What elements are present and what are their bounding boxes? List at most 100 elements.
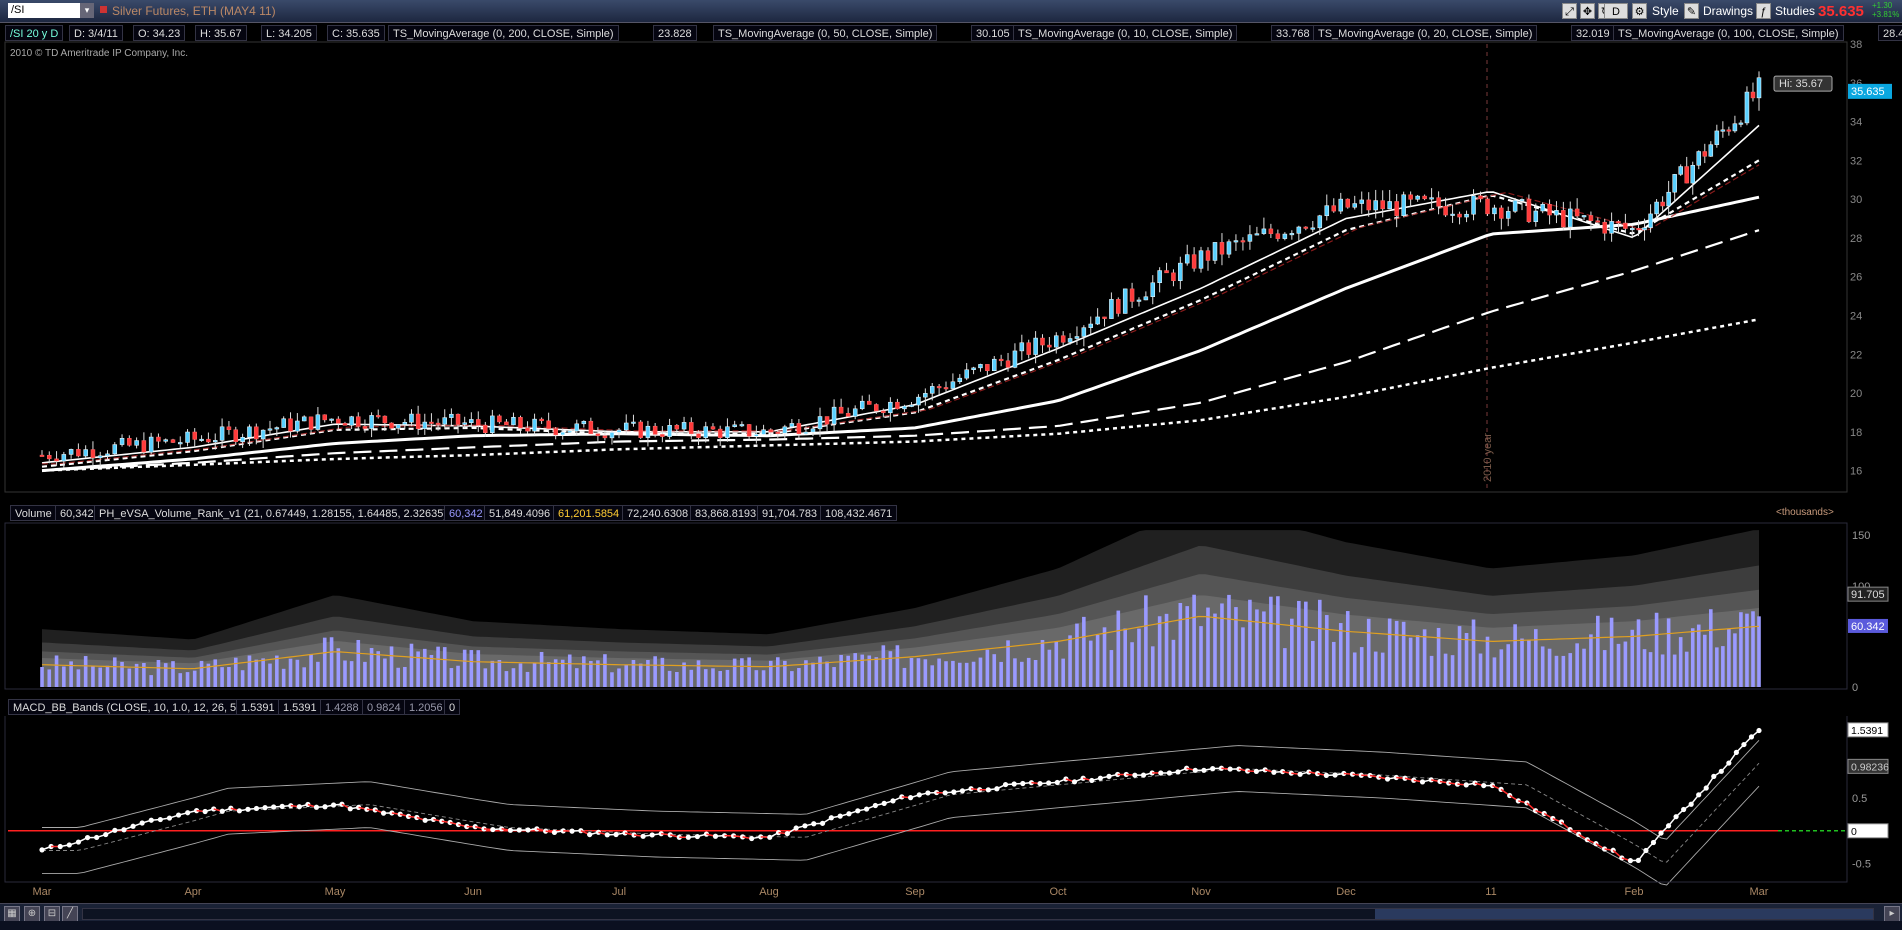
volume-rank-value-0: 60,342 bbox=[444, 505, 488, 521]
volume-bar-40 bbox=[322, 637, 327, 687]
volume-bar-218 bbox=[1561, 655, 1566, 687]
candle-135 bbox=[985, 364, 990, 376]
candle-body bbox=[233, 429, 239, 442]
candle-195 bbox=[1401, 191, 1406, 217]
macd-band-2 bbox=[42, 762, 1760, 863]
candle-0 bbox=[39, 450, 45, 457]
candle-body bbox=[382, 415, 388, 424]
candle-body bbox=[1254, 233, 1260, 236]
candle-body bbox=[602, 435, 608, 439]
scroll-right-icon[interactable]: ▸ bbox=[1884, 906, 1900, 922]
candle-body bbox=[1088, 323, 1093, 328]
candle-163 bbox=[1178, 256, 1183, 290]
volume-bar-241 bbox=[1709, 609, 1713, 687]
candle-body bbox=[1268, 228, 1274, 234]
candle-191 bbox=[1373, 189, 1378, 219]
candle-39 bbox=[315, 407, 321, 431]
candle-128 bbox=[936, 383, 942, 395]
volume-bar-129 bbox=[944, 661, 948, 687]
grid-layout-icon[interactable]: ▦ bbox=[4, 906, 20, 922]
volume-bar-182 bbox=[1311, 640, 1315, 687]
candle-body bbox=[881, 410, 886, 414]
candle-body bbox=[1450, 213, 1455, 216]
candle-body bbox=[717, 428, 723, 438]
volume-bar-25 bbox=[220, 667, 224, 687]
candle-106 bbox=[782, 424, 788, 439]
candle-168 bbox=[1212, 242, 1218, 264]
candle-body bbox=[192, 431, 197, 440]
volume-bar-165 bbox=[1192, 594, 1196, 687]
last-price-text: 35.635 bbox=[1851, 86, 1885, 98]
candle-69 bbox=[518, 415, 523, 434]
macd-point-177 bbox=[1578, 833, 1590, 843]
candle-body bbox=[1636, 228, 1641, 231]
candle-body bbox=[1012, 350, 1018, 368]
volume-bar-63 bbox=[476, 650, 481, 687]
candle-79 bbox=[588, 417, 594, 435]
volume-bar-149 bbox=[1082, 616, 1086, 687]
candle-body bbox=[497, 415, 502, 423]
fit-icon[interactable]: ⊟ bbox=[44, 906, 60, 922]
price-tick-7: 30 bbox=[1850, 194, 1862, 206]
candle-204 bbox=[1464, 210, 1469, 223]
time-axis: Mar Apr May Jun Jul Aug Sep Oct Nov Dec 11 Feb Mar bbox=[33, 886, 1769, 898]
volume-bar-42 bbox=[336, 648, 341, 687]
candle-240 bbox=[1702, 143, 1708, 164]
draw-line-icon[interactable]: ╱ bbox=[62, 906, 78, 922]
candle-189 bbox=[1359, 191, 1364, 214]
horizontal-scrollbar[interactable] bbox=[82, 908, 1874, 920]
candle-body bbox=[295, 420, 300, 432]
macd-study: MACD_BB_Bands (CLOSE, 10, 1.0, 12, 26, 5… bbox=[8, 699, 245, 715]
volume-bar-220 bbox=[1575, 643, 1579, 687]
volume-bar-162 bbox=[1171, 639, 1176, 687]
candle-body bbox=[539, 418, 544, 422]
volume-rank-study: PH_eVSA_Volume_Rank_v1 (21, 0.67449, 1.2… bbox=[94, 505, 452, 521]
candle-116 bbox=[852, 405, 858, 420]
candle-172 bbox=[1240, 237, 1246, 251]
volume-bar-173 bbox=[1248, 599, 1252, 687]
candle-body bbox=[504, 421, 509, 426]
volume-bar-153 bbox=[1109, 650, 1114, 687]
macd-point-173 bbox=[1543, 812, 1556, 822]
volume-bar-184 bbox=[1324, 615, 1329, 687]
candle-body bbox=[105, 453, 110, 457]
candle-body bbox=[362, 426, 368, 429]
status-strip bbox=[0, 921, 1902, 930]
candle-body bbox=[971, 367, 976, 371]
candle-156 bbox=[1129, 282, 1135, 308]
candle-body bbox=[1102, 316, 1107, 319]
volume-bar-190 bbox=[1366, 618, 1371, 687]
volume-bar-98 bbox=[725, 669, 730, 687]
chart-canvas[interactable]: 1618202224262830323436382010 yearHi: 35.… bbox=[0, 0, 1902, 930]
volume-bar-223 bbox=[1596, 615, 1600, 687]
volume-bar-179 bbox=[1290, 618, 1294, 687]
candle-body bbox=[389, 422, 394, 429]
candle-body bbox=[560, 431, 565, 436]
candle-body bbox=[1505, 211, 1511, 219]
candle-236 bbox=[1678, 164, 1683, 176]
candle-body bbox=[1324, 205, 1330, 217]
volume-bar-125 bbox=[916, 658, 921, 687]
candle-97 bbox=[717, 425, 723, 447]
macd-average-badge: 0.98236 bbox=[1847, 758, 1889, 774]
candle-199 bbox=[1429, 188, 1434, 209]
candle-body bbox=[1422, 195, 1427, 200]
crosshair-icon[interactable]: ⊕ bbox=[24, 906, 40, 922]
candle-body bbox=[746, 424, 752, 437]
volume-bar-174 bbox=[1255, 609, 1259, 687]
candle-160 bbox=[1157, 267, 1162, 293]
candle-body bbox=[1226, 241, 1232, 255]
volume-bar-229 bbox=[1636, 619, 1641, 687]
volume-bar-110 bbox=[811, 662, 815, 687]
candle-body bbox=[595, 433, 601, 437]
candle-body bbox=[1275, 233, 1281, 239]
candle-body bbox=[1492, 207, 1497, 215]
macd-value-1: 1.5391 bbox=[278, 699, 322, 715]
scrollbar-thumb[interactable] bbox=[1375, 909, 1873, 919]
candle-body bbox=[1247, 234, 1253, 242]
candle-body bbox=[1122, 288, 1128, 314]
volume-bar-196 bbox=[1408, 637, 1413, 687]
month-label-4: Jul bbox=[612, 886, 626, 898]
volume-bar-95 bbox=[703, 669, 708, 687]
candle-body bbox=[803, 431, 809, 435]
